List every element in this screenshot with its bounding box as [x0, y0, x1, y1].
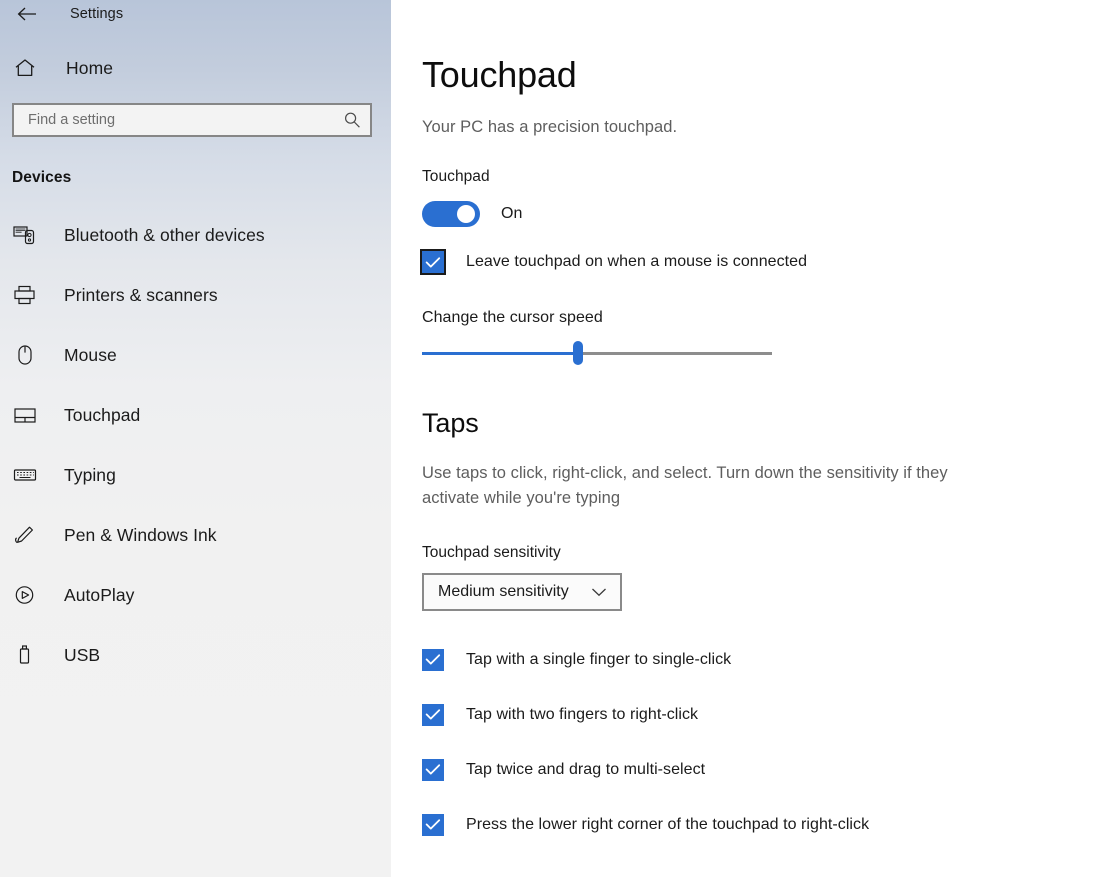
title-bar: Settings — [0, 0, 391, 28]
touchpad-toggle-state: On — [501, 205, 523, 222]
sidebar-item-home[interactable]: Home — [0, 46, 391, 90]
slider-thumb[interactable] — [572, 341, 583, 365]
touchpad-sensitivity-label: Touchpad sensitivity — [422, 543, 561, 561]
sidebar-nav-list: Bluetooth & other devices Printers & sca… — [0, 205, 391, 685]
bluetooth-devices-icon — [13, 224, 43, 246]
sidebar-item-pen-windows-ink[interactable]: Pen & Windows Ink — [0, 505, 391, 565]
press-lower-right-corner-checkbox[interactable] — [422, 813, 444, 836]
sidebar-item-label: Typing — [64, 464, 116, 485]
sidebar-item-touchpad[interactable]: Touchpad — [0, 385, 391, 445]
settings-window: Settings Home Devices — [0, 0, 1098, 877]
printer-icon — [13, 284, 43, 306]
home-icon — [14, 58, 44, 78]
sidebar-item-label: Printers & scanners — [64, 284, 218, 305]
sidebar-item-printers-scanners[interactable]: Printers & scanners — [0, 265, 391, 325]
search-box[interactable] — [12, 103, 372, 137]
pen-icon — [13, 524, 43, 546]
sidebar-item-label: AutoPlay — [64, 584, 135, 605]
tap-twice-drag-row[interactable]: Tap twice and drag to multi-select — [422, 758, 1098, 781]
sidebar-item-label: Touchpad — [64, 404, 141, 425]
search-input[interactable] — [28, 105, 343, 135]
press-lower-right-corner-row[interactable]: Press the lower right corner of the touc… — [422, 813, 1098, 836]
touchpad-toggle-label: Touchpad — [422, 168, 490, 185]
touchpad-toggle[interactable] — [422, 201, 480, 227]
tap-two-fingers-checkbox[interactable] — [422, 703, 444, 726]
taps-section-description: Use taps to click, right-click, and sele… — [422, 464, 948, 507]
sidebar-item-label: Bluetooth & other devices — [64, 224, 265, 245]
window-title: Settings — [70, 6, 124, 22]
tap-checkbox-label: Press the lower right corner of the touc… — [466, 815, 870, 833]
search-icon[interactable] — [343, 111, 361, 129]
tap-checkbox-label: Tap with a single finger to single-click — [466, 650, 732, 668]
back-arrow-icon — [17, 7, 37, 21]
sidebar-item-bluetooth-other-devices[interactable]: Bluetooth & other devices — [0, 205, 391, 265]
tap-two-fingers-row[interactable]: Tap with two fingers to right-click — [422, 703, 1098, 726]
back-button[interactable] — [12, 1, 42, 27]
taps-section-heading: Taps — [422, 408, 479, 438]
touchpad-toggle-row: On — [422, 201, 1098, 227]
sidebar-item-typing[interactable]: Typing — [0, 445, 391, 505]
sidebar-item-label: Mouse — [64, 344, 117, 365]
autoplay-icon — [13, 584, 43, 606]
sidebar-item-usb[interactable]: USB — [0, 625, 391, 685]
leave-touchpad-on-row[interactable]: Leave touchpad on when a mouse is connec… — [420, 249, 1098, 275]
sidebar-item-mouse[interactable]: Mouse — [0, 325, 391, 385]
leave-touchpad-on-label: Leave touchpad on when a mouse is connec… — [466, 253, 808, 270]
sidebar-section-heading: Devices — [12, 169, 72, 186]
settings-sidebar: Settings Home Devices — [0, 0, 391, 877]
tap-single-finger-checkbox[interactable] — [422, 648, 444, 671]
chevron-down-icon — [591, 587, 607, 597]
slider-fill — [422, 352, 578, 355]
page-title: Touchpad — [422, 54, 577, 95]
tap-checkbox-label: Tap with two fingers to right-click — [466, 705, 699, 723]
leave-touchpad-on-checkbox[interactable] — [420, 249, 446, 275]
sidebar-item-label: Pen & Windows Ink — [64, 524, 217, 545]
touchpad-sensitivity-value: Medium sensitivity — [438, 582, 569, 600]
sidebar-item-label: USB — [64, 644, 101, 665]
settings-content: Touchpad Your PC has a precision touchpa… — [391, 0, 1098, 877]
page-subtitle: Your PC has a precision touchpad. — [422, 118, 678, 136]
mouse-icon — [13, 344, 43, 366]
tap-checkbox-label: Tap twice and drag to multi-select — [466, 760, 706, 778]
tap-single-finger-row[interactable]: Tap with a single finger to single-click — [422, 648, 1098, 671]
touchpad-sensitivity-dropdown[interactable]: Medium sensitivity — [422, 572, 622, 611]
toggle-knob — [457, 205, 475, 223]
keyboard-icon — [13, 464, 43, 486]
cursor-speed-slider[interactable] — [422, 341, 772, 365]
usb-icon — [13, 644, 43, 666]
sidebar-item-autoplay[interactable]: AutoPlay — [0, 565, 391, 625]
cursor-speed-label: Change the cursor speed — [422, 309, 603, 326]
tap-twice-drag-checkbox[interactable] — [422, 758, 444, 781]
touchpad-icon — [13, 404, 43, 426]
sidebar-home-label: Home — [66, 57, 114, 78]
taps-checkbox-list: Tap with a single finger to single-click… — [422, 648, 1098, 836]
